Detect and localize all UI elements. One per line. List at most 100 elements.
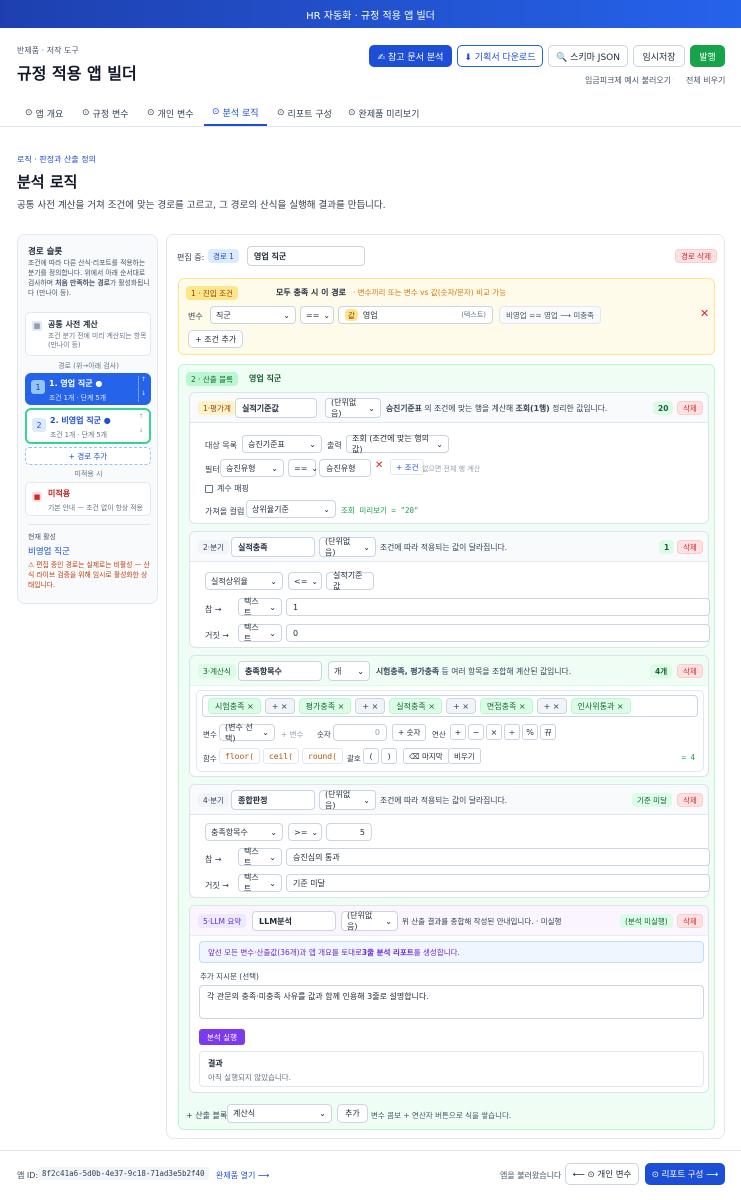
false-value-input[interactable]: 기준 미달 (286, 874, 710, 892)
token-chip[interactable]: + × (536, 698, 567, 714)
condition-operator-select[interactable]: == (300, 306, 334, 324)
target-list-select[interactable]: 승진기준표 (242, 435, 322, 453)
op-percent-button[interactable]: % (522, 724, 538, 740)
load-example-link[interactable]: 임금피크제 예시 불러오기 (585, 75, 671, 86)
route-name-input[interactable]: 영업 직군 (247, 246, 365, 266)
add-route-button[interactable]: + 경로 추가 (25, 447, 151, 465)
formula-variable-select[interactable]: (변수 선택) (219, 723, 275, 743)
clear-all-link[interactable]: 전체 비우기 (686, 75, 725, 86)
fn-floor-button[interactable]: floor( (219, 748, 260, 764)
branch-right-operand-input[interactable]: 실적기준값 (326, 571, 374, 591)
formula-token-row[interactable]: 시험충족 × + × 평가충족 × + × 실적충족 × + × 면접충족 × … (202, 695, 698, 717)
route-slot-1[interactable]: 1 1. 영업 직군 ● 조건 1개 · 단계 5개 ↑ ↓ (25, 373, 151, 405)
tab-overview[interactable]: ⊙ 앱 개요 (25, 100, 63, 126)
temp-save-button[interactable]: 임시저장 (633, 45, 685, 67)
filter-column-select[interactable]: 승진유형 (220, 459, 284, 477)
tab-final-preview[interactable]: ⊙ 완제품 미리보기 (348, 100, 419, 126)
checkbox-box[interactable] (205, 484, 213, 493)
run-analysis-button[interactable]: 분석 실행 (199, 1029, 245, 1045)
tab-rule-variables[interactable]: ⊙ 규정 변수 (82, 100, 129, 126)
add-block-button[interactable]: 추가 (337, 1104, 368, 1123)
add-variable-button[interactable]: + 변수 (281, 729, 303, 740)
common-precompute-item[interactable]: ▦ 공통 사전 계산 조건 분기 전에 미리 계산되는 항목 (만나이 등) (25, 312, 151, 356)
output-select[interactable]: 조회 (조건에 맞는 행의 값) (346, 434, 449, 454)
token-chip[interactable]: 실적충족 × (389, 698, 442, 714)
block-type-select[interactable]: 계산식 (227, 1104, 332, 1123)
branch-operator-select[interactable]: <= (288, 572, 322, 590)
block-name-input[interactable]: 충족항목수 (238, 661, 322, 681)
unapplied-route-item[interactable]: ■ 미적용 기본 안내 — 조건 없이 항상 적용 (25, 482, 151, 516)
delete-route-button[interactable]: 경로 삭제 (675, 249, 717, 263)
fetch-column-select[interactable]: 상위율기준 (246, 500, 336, 518)
reference-analysis-button[interactable]: ✍ 참고 문서 분석 (369, 45, 452, 67)
true-type-select[interactable]: 텍스트 (238, 847, 282, 867)
download-spec-button[interactable]: ⬇ 기획서 다운로드 (457, 45, 543, 67)
delete-block-button[interactable]: 삭제 (677, 793, 703, 807)
tab-personal-variables[interactable]: ⊙ 개인 변수 (147, 100, 194, 126)
token-chip[interactable]: 시험충족 × (208, 698, 261, 714)
add-condition-button[interactable]: + 조건 추가 (188, 330, 244, 348)
block-name-input[interactable]: 실적기준값 (235, 398, 317, 418)
token-chip[interactable]: 평가충족 × (298, 698, 352, 714)
clear-formula-button[interactable]: 비우기 (448, 748, 481, 764)
false-type-select[interactable]: 텍스트 (238, 623, 282, 643)
condition-value-input[interactable]: 값 영업 (텍스트) (338, 306, 493, 324)
publish-button[interactable]: 발행 (690, 45, 725, 67)
block-unit-select[interactable]: (단위없음) (325, 398, 381, 418)
branch-left-operand-select[interactable]: 충족항목수 (205, 823, 283, 841)
branch-right-operand-input[interactable]: 5 (326, 823, 372, 841)
token-chip[interactable]: 면접충족 × (479, 698, 533, 714)
delete-block-button[interactable]: 삭제 (677, 914, 703, 928)
close-paren-button[interactable]: ) (381, 748, 397, 764)
add-filter-condition-button[interactable]: + 조건 (390, 459, 425, 475)
op-extra-button[interactable]: 뀨 (540, 724, 556, 740)
true-type-select[interactable]: 텍스트 (238, 597, 282, 617)
branch-operator-select[interactable]: >= (288, 823, 322, 841)
prev-step-button[interactable]: ⟵ ⊙ 개인 변수 (565, 1163, 639, 1185)
true-value-input[interactable]: 1 (286, 598, 710, 616)
op-multiply-button[interactable]: × (486, 724, 502, 740)
backspace-button[interactable]: ⌫ 마지막 (403, 748, 449, 764)
block-unit-select[interactable]: (단위없음) (319, 790, 376, 810)
tab-analysis-logic[interactable]: ⊙ 분석 로직 (204, 100, 267, 126)
block-unit-select[interactable]: (단위없음) (319, 537, 376, 557)
op-minus-button[interactable]: − (468, 724, 484, 740)
filter-operator-select[interactable]: == (288, 459, 316, 477)
op-divide-button[interactable]: ÷ (504, 724, 520, 740)
fn-ceil-button[interactable]: ceil( (262, 748, 299, 764)
token-chip[interactable]: + × (445, 698, 476, 714)
filter-value-input[interactable]: 승진유형 (319, 459, 371, 477)
formula-number-input[interactable]: 0 (333, 724, 387, 741)
block-unit-select[interactable]: (단위없음) (341, 911, 398, 931)
condition-variable-select[interactable]: 직군 (210, 306, 296, 324)
token-chip[interactable]: + × (264, 698, 295, 714)
tab-report-config[interactable]: ⊙ 리포트 구성 (277, 100, 332, 126)
block-name-input[interactable]: 종합판정 (231, 790, 315, 810)
op-plus-button[interactable]: + (450, 724, 466, 740)
delete-block-button[interactable]: 삭제 (677, 401, 703, 415)
add-number-button[interactable]: + 숫자 (392, 724, 427, 741)
delete-block-button[interactable]: 삭제 (677, 664, 703, 678)
block-unit-select[interactable]: 개 (328, 661, 370, 681)
branch-left-operand-select[interactable]: 실적상위율 (205, 572, 283, 590)
route-slot-2[interactable]: 2 2. 비영업 직군 ● 조건 1개 · 단계 5개 ↑ ↓ (25, 408, 151, 444)
false-value-input[interactable]: 0 (286, 624, 710, 642)
true-value-input[interactable]: 승진심의 통과 (286, 848, 710, 866)
token-chip[interactable]: + × (355, 698, 386, 714)
false-type-select[interactable]: 텍스트 (238, 873, 282, 893)
block-name-input[interactable]: 실적충족 (231, 537, 315, 557)
open-paren-button[interactable]: ( (363, 748, 379, 764)
delete-block-button[interactable]: 삭제 (677, 540, 703, 554)
block-name-input[interactable]: LLM분석 (252, 911, 336, 931)
route-reorder-arrows[interactable]: ↑ ↓ (138, 376, 148, 402)
open-final-link[interactable]: 완제품 열기 ⟶ (216, 1170, 269, 1181)
route-reorder-arrows[interactable]: ↑ ↓ (136, 413, 146, 434)
prompt-textarea[interactable]: 각 관문의 충족·미충족 사유를 값과 함께 인용해 3줄로 설명합니다. (199, 985, 704, 1019)
cumulative-mapping-checkbox[interactable]: 계수 매핑 (205, 483, 249, 494)
remove-condition-icon[interactable]: ✕ (700, 307, 709, 320)
token-chip[interactable]: 인사위통과 × (570, 698, 631, 714)
remove-filter-icon[interactable]: ✕ (375, 460, 383, 471)
schema-json-button[interactable]: 🔍 스키마 JSON (548, 45, 628, 67)
fn-round-button[interactable]: round( (302, 748, 343, 764)
next-step-button[interactable]: ⊙ 리포트 구성 ⟶ (645, 1163, 725, 1185)
